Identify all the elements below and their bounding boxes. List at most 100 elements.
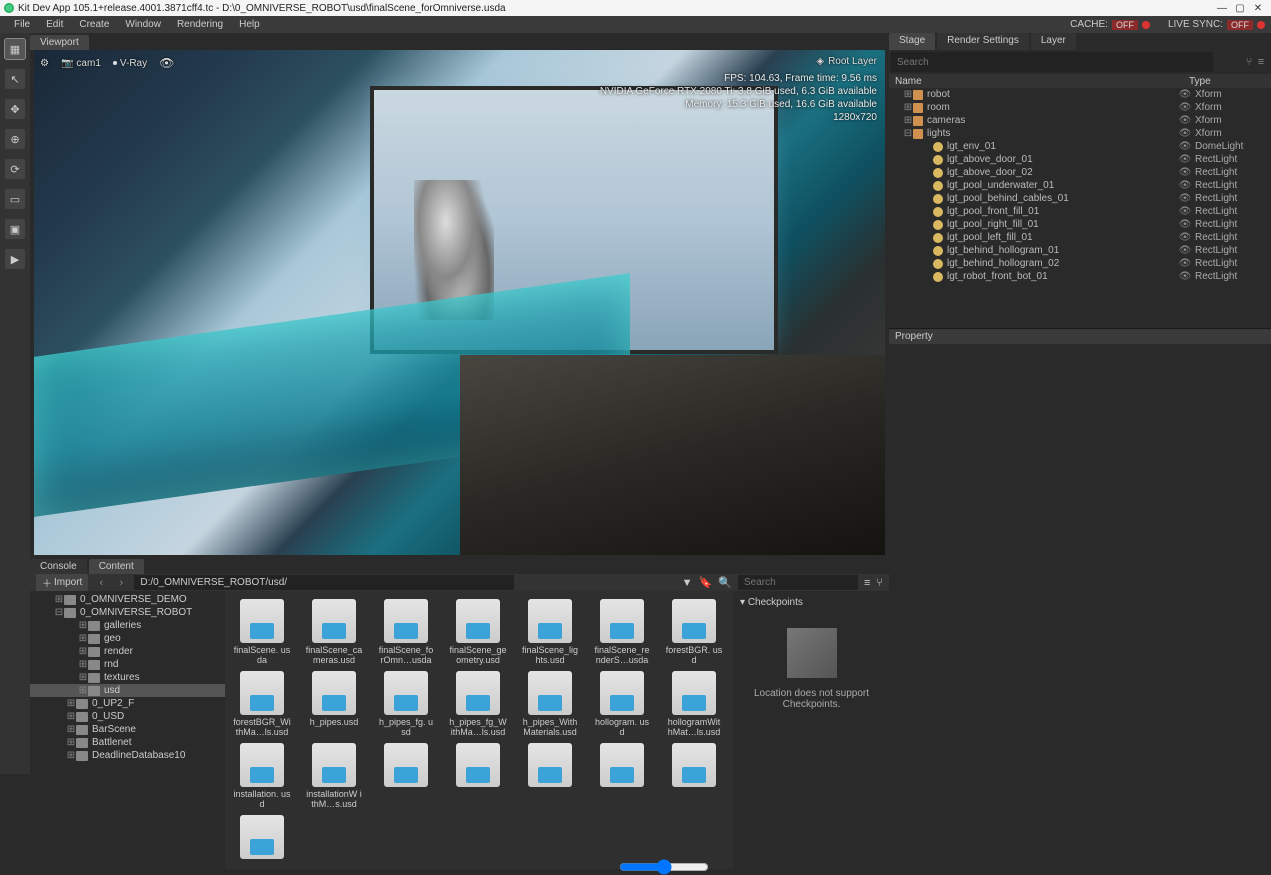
file-item[interactable]: USDfinalScene_re nderS…usda [593, 599, 651, 665]
tool-rotate-icon[interactable]: ⊕ [5, 129, 25, 149]
file-item[interactable]: USD [377, 743, 435, 809]
file-item[interactable]: USDh_pipes_fg_W ithMa…ls.usd [449, 671, 507, 737]
tool-scale-icon[interactable]: ⟳ [5, 159, 25, 179]
folder-row[interactable]: ⊞galleries [30, 619, 225, 632]
menu-edit[interactable]: Edit [38, 19, 71, 30]
tool-cursor-icon[interactable]: ↖ [5, 69, 25, 89]
stage-filter-icon[interactable]: ⑂ [1243, 56, 1255, 68]
file-item[interactable]: USD [521, 743, 579, 809]
viewport-settings-icon[interactable]: ⚙ [40, 58, 49, 69]
root-layer-label[interactable]: Root Layer [828, 56, 877, 67]
visibility-icon[interactable]: 👁 [1175, 167, 1195, 178]
tool-snap-icon[interactable]: ▭ [5, 189, 25, 209]
viewport-renderer-dropdown[interactable]: V-Ray [113, 58, 147, 69]
stage-row[interactable]: lgt_pool_right_fill_01👁RectLight [889, 218, 1271, 231]
file-item[interactable]: USDfinalScene. usda [233, 599, 291, 665]
bookmark-icon[interactable]: 🔖 [699, 576, 713, 589]
folder-row[interactable]: ⊞0_UP2_F [30, 697, 225, 710]
nav-forward-icon[interactable]: › [114, 577, 128, 589]
minimize-button[interactable]: — [1213, 3, 1231, 14]
nav-back-icon[interactable]: ‹ [94, 577, 108, 589]
file-item[interactable]: USDforestBGR. usd [665, 599, 723, 665]
file-item[interactable]: USD [665, 743, 723, 809]
visibility-icon[interactable]: 👁 [1175, 219, 1195, 230]
view-options-icon[interactable]: ≡ [864, 577, 870, 589]
close-button[interactable]: ✕ [1249, 3, 1267, 14]
visibility-icon[interactable]: 👁 [1175, 180, 1195, 191]
maximize-button[interactable]: ▢ [1231, 3, 1249, 14]
visibility-icon[interactable]: 👁 [1175, 141, 1195, 152]
visibility-icon[interactable]: 👁 [1175, 154, 1195, 165]
stage-row[interactable]: ⊞cameras👁Xform [889, 114, 1271, 127]
file-item[interactable]: USDfinalScene_ge ometry.usd [449, 599, 507, 665]
tab-layer[interactable]: Layer [1031, 33, 1076, 50]
file-item[interactable]: USDfinalScene_ca meras.usd [305, 599, 363, 665]
thumbnail-size-slider[interactable] [619, 861, 709, 873]
viewport-camera-dropdown[interactable]: 📷cam1 [61, 58, 101, 69]
file-item[interactable]: USDfinalScene_lig hts.usd [521, 599, 579, 665]
folder-row[interactable]: ⊞rnd [30, 658, 225, 671]
tab-stage[interactable]: Stage [889, 33, 935, 50]
tool-move-icon[interactable]: ✥ [5, 99, 25, 119]
file-grid[interactable]: USDfinalScene. usdaUSDfinalScene_ca mera… [225, 591, 734, 869]
file-item[interactable]: USDinstallationW ithM…s.usd [305, 743, 363, 809]
file-item[interactable]: USDh_pipes_fg. usd [377, 671, 435, 737]
visibility-icon[interactable]: 👁 [1175, 258, 1195, 269]
stage-row[interactable]: lgt_above_door_01👁RectLight [889, 153, 1271, 166]
visibility-icon[interactable]: 👁 [1175, 245, 1195, 256]
tool-frame-icon[interactable]: ▣ [5, 219, 25, 239]
menu-rendering[interactable]: Rendering [169, 19, 231, 30]
menu-window[interactable]: Window [117, 19, 169, 30]
import-button[interactable]: ＋Import [36, 574, 88, 591]
file-item[interactable]: USDforestBGR_Wi thMa…ls.usd [233, 671, 291, 737]
file-item[interactable]: USDh_pipes.usd [305, 671, 363, 737]
visibility-icon[interactable]: 👁 [1175, 271, 1195, 282]
tab-content[interactable]: Content [89, 559, 144, 574]
viewport-3d[interactable]: ⚙ 📷cam1 V-Ray 👁 ◈ Root Layer FPS: 104.63… [34, 50, 885, 555]
menu-help[interactable]: Help [231, 19, 268, 30]
stage-search-input[interactable] [891, 52, 1213, 72]
stage-row[interactable]: lgt_above_door_02👁RectLight [889, 166, 1271, 179]
stage-row[interactable]: ⊞robot👁Xform [889, 88, 1271, 101]
folder-row[interactable]: ⊞render [30, 645, 225, 658]
stage-tree[interactable]: ⊞robot👁Xform⊞room👁Xform⊞cameras👁Xform⊟li… [889, 88, 1271, 328]
stage-row[interactable]: lgt_behind_hollogram_01👁RectLight [889, 244, 1271, 257]
tool-select-icon[interactable]: ▦ [5, 39, 25, 59]
tab-render-settings[interactable]: Render Settings [937, 33, 1029, 50]
tab-console[interactable]: Console [30, 559, 87, 574]
file-item[interactable]: USD [593, 743, 651, 809]
stage-row[interactable]: lgt_pool_front_fill_01👁RectLight [889, 205, 1271, 218]
file-item[interactable]: USDfinalScene_fo rOmn…usda [377, 599, 435, 665]
folder-tree[interactable]: ⊞0_OMNIVERSE_DEMO⊟0_OMNIVERSE_ROBOT⊞gall… [30, 591, 225, 869]
viewport-visibility-icon[interactable]: 👁 [159, 56, 174, 70]
path-dropdown-icon[interactable]: ▼ [682, 577, 693, 589]
stage-row[interactable]: ⊞room👁Xform [889, 101, 1271, 114]
visibility-icon[interactable]: 👁 [1175, 115, 1195, 126]
content-search-input[interactable] [738, 575, 858, 590]
stage-row[interactable]: lgt_pool_underwater_01👁RectLight [889, 179, 1271, 192]
visibility-icon[interactable]: 👁 [1175, 102, 1195, 113]
stage-row[interactable]: lgt_pool_behind_cables_01👁RectLight [889, 192, 1271, 205]
tool-play-icon[interactable]: ▶ [5, 249, 25, 269]
folder-row[interactable]: ⊞BarScene [30, 723, 225, 736]
visibility-icon[interactable]: 👁 [1175, 89, 1195, 100]
stage-row[interactable]: lgt_robot_front_bot_01👁RectLight [889, 270, 1271, 283]
tab-viewport[interactable]: Viewport [30, 35, 89, 50]
folder-row[interactable]: ⊟0_OMNIVERSE_ROBOT [30, 606, 225, 619]
file-item[interactable]: USDhollogramWit hMat…ls.usd [665, 671, 723, 737]
filter-icon[interactable]: ⑂ [876, 577, 883, 589]
folder-row[interactable]: ⊞usd [30, 684, 225, 697]
folder-row[interactable]: ⊞Battlenet [30, 736, 225, 749]
file-item[interactable]: USD [233, 815, 291, 861]
file-item[interactable]: USD [449, 743, 507, 809]
visibility-icon[interactable]: 👁 [1175, 206, 1195, 217]
folder-row[interactable]: ⊞0_OMNIVERSE_DEMO [30, 593, 225, 606]
stage-row[interactable]: lgt_behind_hollogram_02👁RectLight [889, 257, 1271, 270]
folder-row[interactable]: ⊞geo [30, 632, 225, 645]
stage-row[interactable]: lgt_env_01👁DomeLight [889, 140, 1271, 153]
path-field[interactable] [134, 575, 514, 590]
file-item[interactable]: USDhollogram. usd [593, 671, 651, 737]
menu-create[interactable]: Create [71, 19, 117, 30]
stage-row[interactable]: lgt_pool_left_fill_01👁RectLight [889, 231, 1271, 244]
folder-row[interactable]: ⊞textures [30, 671, 225, 684]
